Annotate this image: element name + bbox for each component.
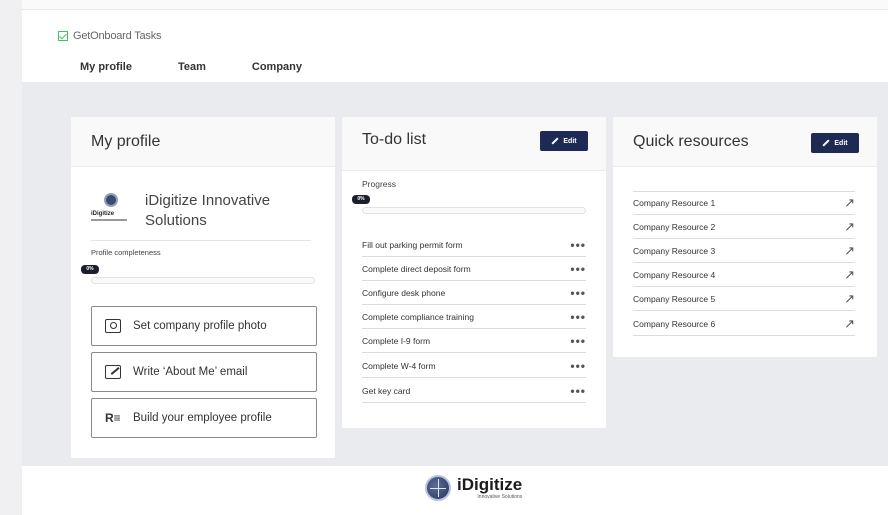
camera-icon <box>105 319 121 333</box>
more-options-icon[interactable]: ••• <box>570 262 586 276</box>
todo-item[interactable]: Complete W-4 form ••• <box>362 354 586 378</box>
completeness-progress-bar <box>91 277 315 284</box>
pencil-icon <box>822 139 830 147</box>
organization-name: iDigitize Innovative Solutions <box>145 192 271 229</box>
todo-item-label: Complete compliance training <box>362 311 474 322</box>
profile-completeness-label: Profile completeness <box>91 248 161 257</box>
external-link-icon: ↗ <box>844 218 855 234</box>
resource-label: Company Resource 5 <box>633 293 716 304</box>
checkbox-icon <box>58 31 68 41</box>
company-logo-text: iDigitize <box>91 211 115 217</box>
todo-item-label: Configure desk phone <box>362 287 446 298</box>
quick-resources-card: Quick resources Edit Company Resource 1 … <box>613 117 877 357</box>
brand-name: iDigitize <box>457 475 523 494</box>
person-list-icon: R≡ <box>105 411 121 425</box>
todo-item-label: Complete W-4 form <box>362 360 436 371</box>
my-profile-header: My profile <box>71 117 335 167</box>
external-link-icon: ↗ <box>844 290 855 306</box>
resource-link[interactable]: Company Resource 6 ↗ <box>633 312 855 336</box>
more-options-icon[interactable]: ••• <box>570 238 586 252</box>
progress-badge: 0% <box>352 195 370 204</box>
top-bar <box>22 0 888 10</box>
more-options-icon[interactable]: ••• <box>570 334 586 348</box>
set-profile-photo-button[interactable]: Set company profile photo <box>91 306 317 346</box>
dashboard-canvas: My profile iDigitize iDigitize Innovativ… <box>22 82 888 466</box>
footer-logo: iDigitize Innovative Solutions <box>425 470 539 506</box>
todo-item-label: Fill out parking permit form <box>362 239 463 250</box>
company-logo: iDigitize <box>91 193 131 233</box>
edit-email-icon <box>105 365 121 379</box>
my-profile-title: My profile <box>91 133 161 150</box>
app-title: GetOnboard Tasks <box>58 30 162 42</box>
pencil-icon <box>551 137 559 145</box>
build-employee-profile-button[interactable]: R≡ Build your employee profile <box>91 398 317 438</box>
build-employee-profile-label: Build your employee profile <box>133 412 272 424</box>
app-title-text: GetOnboard Tasks <box>73 30 162 42</box>
write-about-me-button[interactable]: Write ‘About Me’ email <box>91 352 317 392</box>
todo-item-label: Complete direct deposit form <box>362 263 471 274</box>
brand-tagline: Innovative Solutions <box>477 494 523 500</box>
resource-link[interactable]: Company Resource 5 ↗ <box>633 287 855 311</box>
write-about-me-label: Write ‘About Me’ email <box>133 366 248 378</box>
todo-header: To-do list Edit <box>342 117 606 171</box>
external-link-icon: ↗ <box>844 315 855 331</box>
my-profile-card: My profile iDigitize iDigitize Innovativ… <box>71 117 335 458</box>
todo-progress-bar <box>362 207 586 214</box>
todo-edit-label: Edit <box>563 137 577 145</box>
set-profile-photo-label: Set company profile photo <box>133 320 267 332</box>
todo-item[interactable]: Complete I-9 form ••• <box>362 329 586 353</box>
resource-label: Company Resource 1 <box>633 198 716 208</box>
todo-list-card: To-do list Edit Progress 0% Fill out par… <box>342 117 606 428</box>
more-options-icon[interactable]: ••• <box>570 384 586 398</box>
resource-link[interactable]: Company Resource 2 ↗ <box>633 215 855 239</box>
organization-block: iDigitize iDigitize Innovative Solutions <box>91 185 311 241</box>
resource-label: Company Resource 3 <box>633 245 716 256</box>
resource-label: Company Resource 6 <box>633 318 716 329</box>
todo-item[interactable]: Complete compliance training ••• <box>362 305 586 329</box>
resource-label: Company Resource 2 <box>633 221 716 232</box>
resource-link[interactable]: Company Resource 4 ↗ <box>633 263 855 287</box>
todo-title: To-do list <box>362 131 427 148</box>
progress-label: Progress <box>362 179 397 189</box>
quick-resources-header: Quick resources Edit <box>613 117 877 167</box>
globe-icon <box>425 475 451 501</box>
app-window: GetOnboard Tasks My profile Team Company… <box>22 0 888 515</box>
more-options-icon[interactable]: ••• <box>570 286 586 300</box>
more-options-icon[interactable]: ••• <box>570 310 586 324</box>
external-link-icon: ↗ <box>844 266 855 282</box>
todo-item[interactable]: Get key card ••• <box>362 379 586 403</box>
todo-item[interactable]: Complete direct deposit form ••• <box>362 257 586 281</box>
quick-resources-title: Quick resources <box>633 133 749 150</box>
resources-edit-label: Edit <box>834 139 848 147</box>
todo-item-label: Get key card <box>362 385 411 396</box>
todo-item[interactable]: Configure desk phone ••• <box>362 281 586 305</box>
resource-link[interactable]: Company Resource 1 ↗ <box>633 191 855 215</box>
todo-item[interactable]: Fill out parking permit form ••• <box>362 233 586 257</box>
globe-icon <box>104 193 118 207</box>
resource-link[interactable]: Company Resource 3 ↗ <box>633 239 855 263</box>
resource-label: Company Resource 4 <box>633 269 716 280</box>
todo-edit-button[interactable]: Edit <box>540 131 588 151</box>
resources-edit-button[interactable]: Edit <box>811 133 859 153</box>
more-options-icon[interactable]: ••• <box>570 359 586 373</box>
external-link-icon: ↗ <box>844 242 855 258</box>
completeness-badge: 0% <box>81 265 99 274</box>
brand-block: iDigitize Innovative Solutions <box>457 475 523 501</box>
external-link-icon: ↗ <box>844 195 855 210</box>
todo-item-label: Complete I-9 form <box>362 335 431 346</box>
